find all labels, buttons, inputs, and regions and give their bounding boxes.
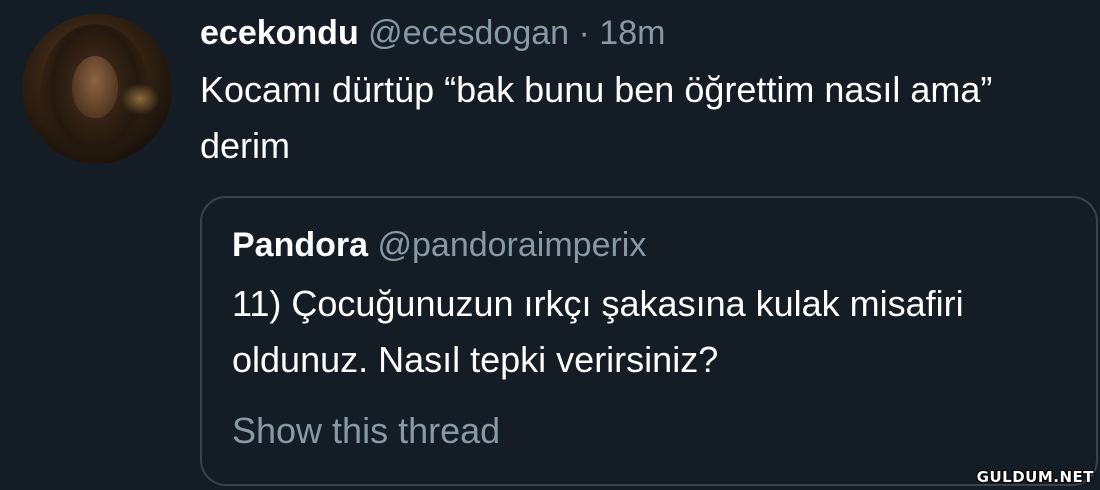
user-handle[interactable]: @ecesdogan	[368, 14, 569, 52]
watermark: GULDUM.NET	[976, 468, 1094, 486]
display-name[interactable]: ecekondu	[200, 14, 359, 52]
quoted-tweet-content: Pandora @pandoraimperix 11) Çocuğunuzun …	[232, 222, 1072, 456]
quoted-tweet-header: Pandora @pandoraimperix	[232, 222, 1072, 268]
tweet-screenshot: ecekondu @ecesdogan · 18m Kocamı dürtüp …	[0, 0, 1100, 490]
quoted-user-handle[interactable]: @pandoraimperix	[378, 226, 647, 264]
tweet-header: ecekondu @ecesdogan · 18m	[200, 10, 1080, 56]
avatar[interactable]	[22, 14, 172, 164]
avatar-face	[72, 56, 118, 118]
tweet-timestamp[interactable]: 18m	[599, 14, 665, 52]
avatar-background-light	[122, 84, 158, 114]
tweet: ecekondu @ecesdogan · 18m Kocamı dürtüp …	[200, 10, 1080, 174]
header-separator: ·	[578, 14, 590, 52]
show-thread-link[interactable]: Show this thread	[232, 406, 500, 456]
tweet-text: Kocamı dürtüp “bak bunu ben öğrettim nas…	[200, 69, 993, 166]
quoted-tweet-text: 11) Çocuğunuzun ırkçı şakasına kulak mis…	[232, 283, 964, 380]
quoted-tweet-card[interactable]: Pandora @pandoraimperix 11) Çocuğunuzun …	[200, 196, 1098, 486]
quoted-display-name[interactable]: Pandora	[232, 226, 368, 264]
